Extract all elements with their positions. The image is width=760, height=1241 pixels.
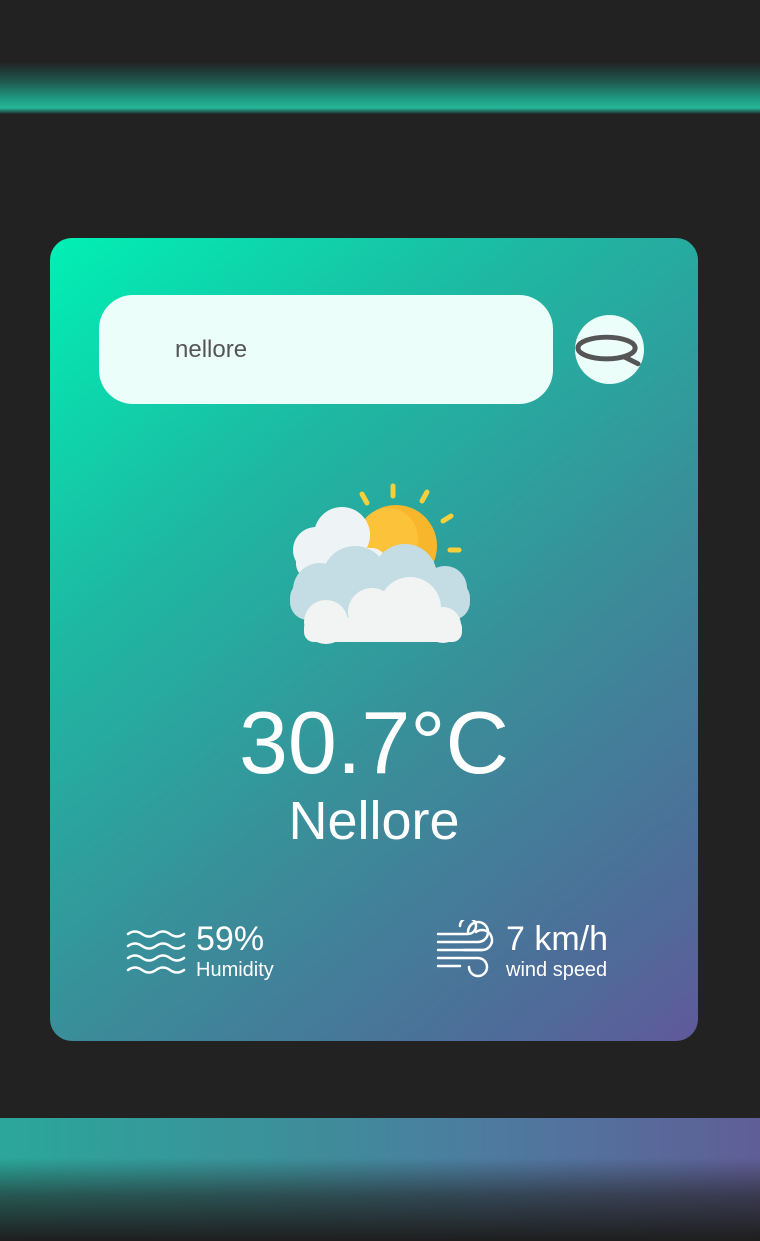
bottom-glow-band <box>0 1118 760 1241</box>
page: 30.7°C Nellore 59% Humidity <box>0 0 760 1241</box>
search-box <box>99 295 553 404</box>
humidity-value: 59% <box>196 920 265 958</box>
temperature: 30.7°C <box>238 693 509 792</box>
wind-detail: 7 km/h wind speed <box>434 916 608 986</box>
weather-card: 30.7°C Nellore 59% Humidity <box>50 238 698 1041</box>
search-button[interactable] <box>575 315 644 384</box>
search-input[interactable] <box>99 295 553 404</box>
top-glow-band <box>0 0 760 114</box>
wind-label: wind speed <box>506 959 608 981</box>
humidity-detail: 59% Humidity <box>124 916 274 986</box>
humidity-label: Humidity <box>196 959 274 981</box>
wind-icon <box>436 920 494 978</box>
search-icon <box>575 334 641 366</box>
city-name: Nellore <box>288 791 460 851</box>
wind-value: 7 km/h <box>506 920 609 958</box>
humidity-icon <box>126 930 186 974</box>
partly-cloudy-icon <box>290 483 470 644</box>
